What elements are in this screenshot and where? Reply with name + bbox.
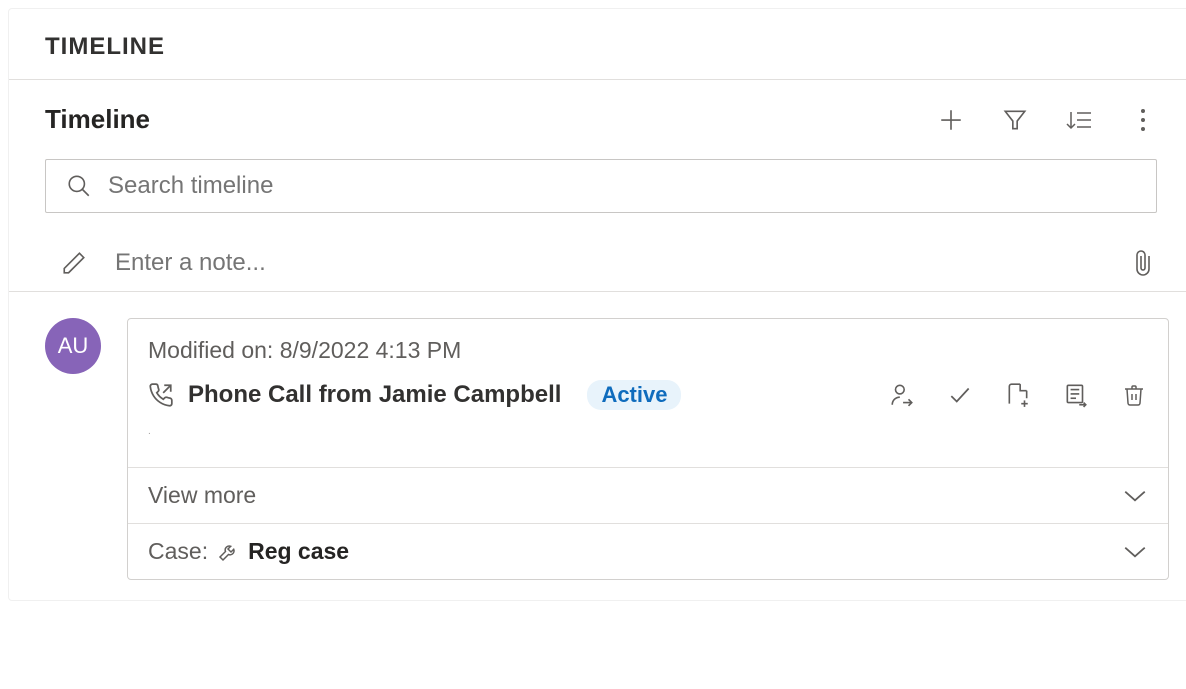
- activity-card: Modified on: 8/9/2022 4:13 PM Phone Call…: [127, 318, 1169, 580]
- add-button[interactable]: [937, 106, 965, 134]
- activity-actions: [888, 381, 1148, 409]
- search-icon: [66, 173, 92, 199]
- sort-icon: [1065, 107, 1093, 133]
- attach-button[interactable]: [1129, 249, 1157, 277]
- person-arrow-icon: [889, 382, 915, 408]
- phone-outgoing-icon: [148, 382, 174, 408]
- complete-button[interactable]: [946, 381, 974, 409]
- activity-row: Phone Call from Jamie Campbell Active: [128, 372, 1168, 420]
- section-title: TIMELINE: [9, 9, 1186, 80]
- modified-row: Modified on: 8/9/2022 4:13 PM: [128, 319, 1168, 372]
- open-record-button[interactable]: [1062, 381, 1090, 409]
- delete-button[interactable]: [1120, 381, 1148, 409]
- record-area: AU Modified on: 8/9/2022 4:13 PM Phone C…: [9, 292, 1186, 600]
- add-to-queue-button[interactable]: [1004, 381, 1032, 409]
- chevron-down-icon: [1122, 487, 1148, 505]
- funnel-icon: [1002, 107, 1028, 133]
- trash-icon: [1122, 382, 1146, 408]
- timeline-heading: Timeline: [45, 104, 150, 135]
- activity-left: Phone Call from Jamie Campbell Active: [148, 380, 681, 410]
- case-name: Reg case: [248, 538, 349, 565]
- modified-value: 8/9/2022 4:13 PM: [280, 337, 462, 363]
- more-vertical-icon: [1139, 107, 1147, 133]
- note-input[interactable]: [115, 249, 1101, 277]
- sort-button[interactable]: [1065, 106, 1093, 134]
- case-label: Case:: [148, 538, 208, 565]
- wrench-icon: [216, 540, 240, 564]
- assign-button[interactable]: [888, 381, 916, 409]
- status-badge: Active: [587, 380, 681, 410]
- chevron-down-icon: [1122, 543, 1148, 561]
- note-row: [9, 235, 1186, 292]
- avatar: AU: [45, 318, 101, 374]
- plus-icon: [938, 107, 964, 133]
- view-more-row[interactable]: View more: [128, 467, 1168, 523]
- document-arrow-icon: [1063, 382, 1089, 408]
- document-add-icon: [1005, 382, 1031, 408]
- search-box[interactable]: [45, 159, 1157, 213]
- modified-label: Modified on:: [148, 337, 273, 363]
- activity-title[interactable]: Phone Call from Jamie Campbell: [188, 381, 561, 409]
- ellipsis-text: .: [128, 420, 1168, 467]
- header-row: Timeline: [9, 80, 1186, 147]
- filter-button[interactable]: [1001, 106, 1029, 134]
- search-input[interactable]: [108, 172, 1136, 200]
- checkmark-icon: [947, 382, 973, 408]
- more-button[interactable]: [1129, 106, 1157, 134]
- case-row[interactable]: Case: Reg case: [128, 523, 1168, 579]
- pencil-icon: [61, 250, 87, 276]
- header-actions: [937, 106, 1157, 134]
- timeline-panel: TIMELINE Timeline AU: [8, 8, 1186, 601]
- view-more-label: View more: [148, 482, 256, 509]
- paperclip-icon: [1132, 248, 1154, 278]
